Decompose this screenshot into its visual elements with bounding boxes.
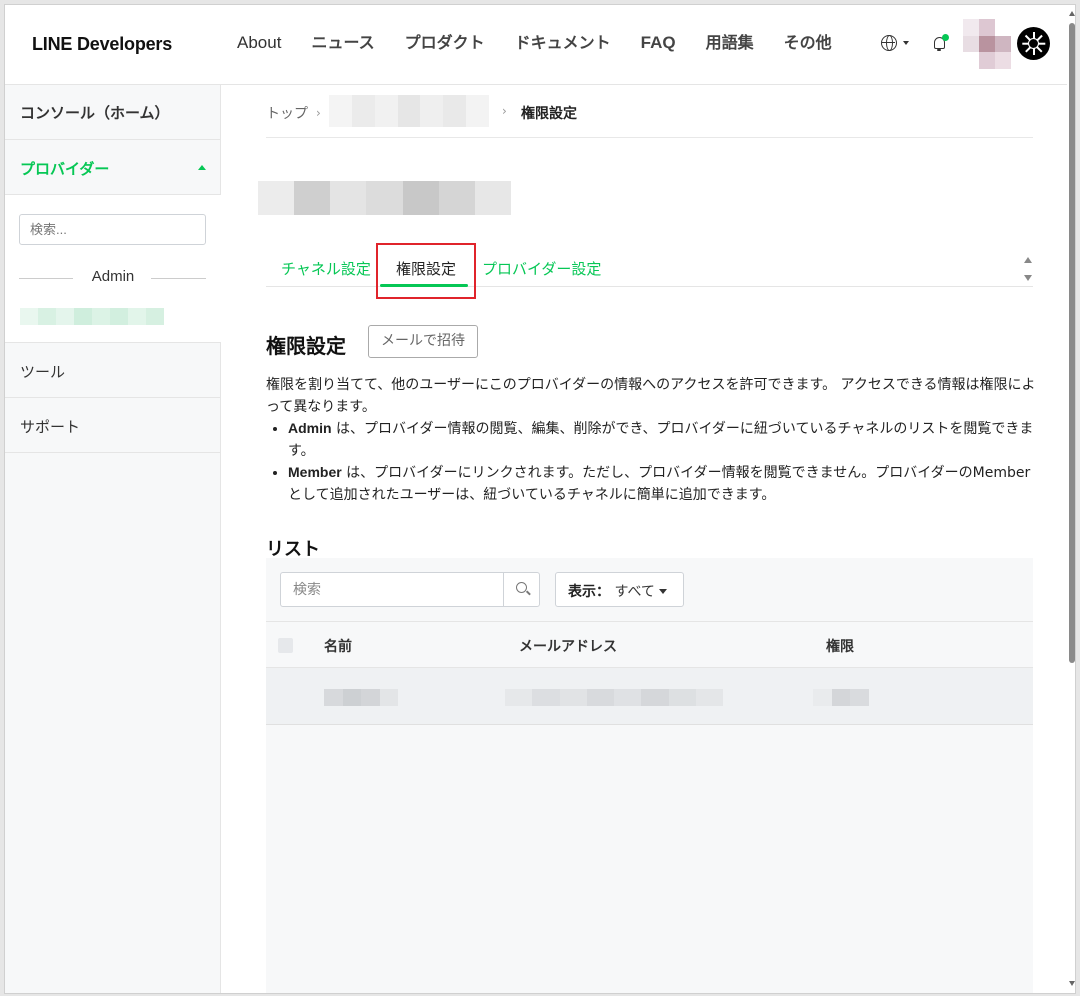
breadcrumb: トップ › (266, 103, 329, 123)
main-content: トップ › › 権限設定 チャネル設定 権限設定 プロバイダー設定 権限設定 メ… (221, 85, 1067, 993)
page-scrollbar[interactable] (1067, 5, 1075, 993)
role-item-member: Member は、プロバイダーにリンクされます。ただし、プロバイダー情報を閲覧で… (288, 462, 1036, 506)
caret-down-icon (658, 589, 667, 594)
nav-glossary[interactable]: 用語集 (706, 33, 754, 53)
avatar[interactable] (963, 19, 1011, 69)
column-header-role: 権限 (826, 639, 854, 655)
main-nav: About ニュース プロダクト ドキュメント FAQ 用語集 その他 (237, 33, 862, 53)
nav-products[interactable]: プロダクト (405, 33, 485, 53)
cell-role-redacted (813, 689, 870, 706)
column-header-email: メールアドレス (519, 639, 617, 655)
scroll-down-icon[interactable] (1069, 981, 1075, 986)
chevron-down-icon[interactable] (903, 41, 909, 45)
member-list: 表示： すべて 名前 メールアドレス 権限 (266, 558, 1033, 993)
sidebar-item-support[interactable]: サポート (5, 398, 221, 453)
sidebar: コンソール（ホーム） プロバイダー Admin ツール サポート (5, 85, 221, 993)
provider-link-redacted[interactable] (20, 308, 164, 325)
breadcrumb-top[interactable]: トップ (266, 103, 308, 123)
theme-toggle-button[interactable] (1017, 27, 1050, 60)
member-search (280, 572, 540, 607)
filter-dropdown[interactable]: 表示： すべて (555, 572, 684, 607)
scroll-up-icon[interactable] (1069, 11, 1075, 16)
list-toolbar: 表示： すべて (266, 558, 1033, 622)
chevron-right-icon: › (316, 106, 321, 120)
tab-bar: チャネル設定 権限設定 プロバイダー設定 (266, 235, 1033, 299)
top-header: LINE Developers About ニュース プロダクト ドキュメント … (5, 5, 1067, 85)
provider-name-redacted (258, 181, 511, 215)
section-title: 権限設定 (266, 334, 346, 358)
tab-channel-settings[interactable]: チャネル設定 (281, 258, 371, 279)
site-logo[interactable]: LINE Developers (32, 34, 172, 55)
provider-search-input[interactable] (19, 214, 206, 245)
filter-value: すべて (614, 584, 655, 600)
scroll-down-icon[interactable] (1024, 275, 1032, 281)
nav-about[interactable]: About (237, 33, 281, 53)
scroll-up-icon[interactable] (1024, 257, 1032, 263)
breadcrumb-current: 権限設定 (521, 106, 577, 122)
member-search-input[interactable] (281, 573, 503, 606)
chevron-right-icon: › (502, 104, 507, 118)
divider (151, 278, 206, 279)
cell-name-redacted (324, 689, 398, 706)
sidebar-item-label: コンソール（ホーム） (20, 104, 170, 122)
notification-dot (942, 34, 949, 41)
provider-submenu: Admin (5, 195, 221, 343)
chevron-up-icon (198, 165, 206, 170)
nav-more[interactable]: その他 (784, 33, 832, 53)
column-header-name: 名前 (324, 639, 352, 655)
role-item-admin: Admin は、プロバイダー情報の閲覧、編集、削除ができ、プロバイダーに紐づいて… (288, 418, 1036, 462)
sidebar-item-label: ツール (20, 363, 66, 381)
table-header: 名前 メールアドレス 権限 (266, 622, 1033, 668)
sidebar-item-tools[interactable]: ツール (5, 343, 221, 398)
role-list: Admin は、プロバイダー情報の閲覧、編集、削除ができ、プロバイダーに紐づいて… (266, 418, 1036, 506)
search-button[interactable] (503, 573, 540, 606)
nav-news[interactable]: ニュース (311, 33, 374, 53)
table-row[interactable] (266, 668, 1033, 725)
breadcrumb-provider-redacted[interactable] (329, 95, 490, 127)
sidebar-item-provider[interactable]: プロバイダー (5, 140, 221, 195)
invite-by-email-button[interactable]: メールで招待 (368, 325, 478, 358)
permission-description: 権限を割り当てて、他のユーザーにこのプロバイダーの情報へのアクセスを許可できます… (266, 375, 1036, 506)
role-group-label: Admin (91, 268, 135, 285)
filter-label: 表示： (568, 584, 610, 600)
description-text: 権限を割り当てて、他のユーザーにこのプロバイダーの情報へのアクセスを許可できます… (266, 377, 1036, 415)
select-all-checkbox[interactable] (278, 638, 293, 653)
sidebar-item-label: プロバイダー (20, 160, 110, 178)
globe-icon[interactable] (881, 35, 897, 51)
highlight-box (376, 243, 476, 299)
nav-docs[interactable]: ドキュメント (515, 33, 611, 53)
divider (266, 137, 1033, 138)
cell-email-redacted (505, 689, 723, 706)
nav-faq[interactable]: FAQ (641, 33, 676, 53)
browser-frame: LINE Developers About ニュース プロダクト ドキュメント … (4, 4, 1076, 994)
scroll-thumb[interactable] (1069, 23, 1075, 663)
tab-provider-settings[interactable]: プロバイダー設定 (482, 258, 601, 279)
sidebar-item-label: サポート (20, 418, 81, 436)
sidebar-item-console-home[interactable]: コンソール（ホーム） (5, 85, 221, 140)
